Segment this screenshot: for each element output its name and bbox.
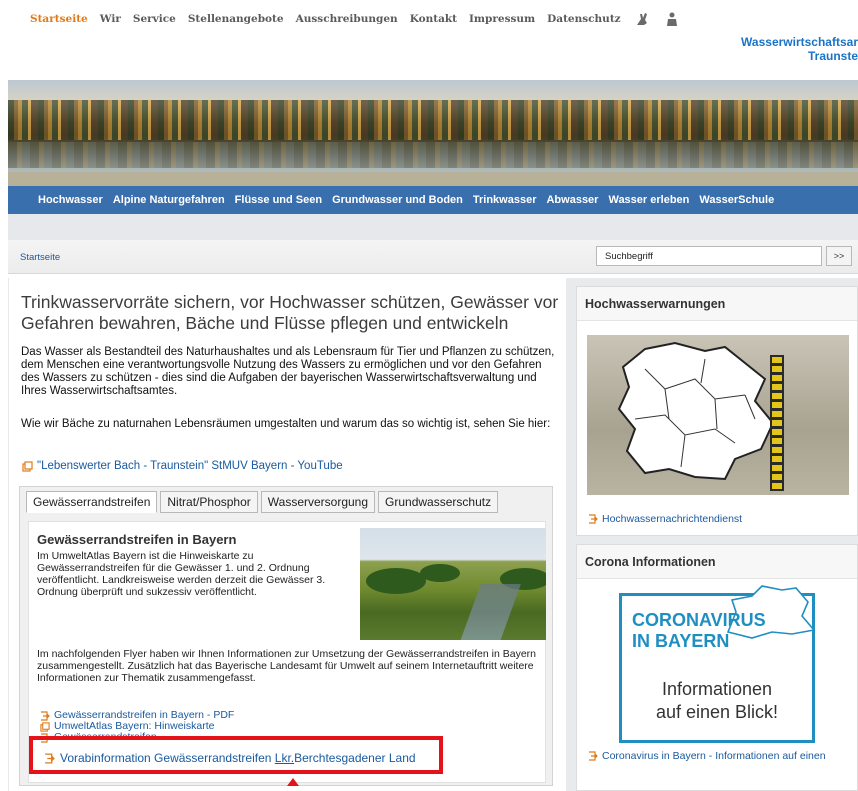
nav-grundwasser-und-boden[interactable]: Grundwasser und Boden	[332, 194, 463, 206]
banner-treeline	[8, 100, 858, 140]
tab-grundwasserschutz[interactable]: Grundwasserschutz	[378, 491, 499, 513]
nav-wasserschule[interactable]: WasserSchule	[699, 194, 774, 206]
meta-nav-datenschutz[interactable]: Datenschutz	[547, 13, 620, 25]
page-title: Trinkwasservorräte sichern, vor Hochwass…	[21, 292, 559, 333]
flood-warning-title: Hochwasserwarnungen	[577, 287, 857, 321]
main-nav: Hochwasser Alpine Naturgefahren Flüsse u…	[8, 186, 858, 214]
internal-link-arrow-icon	[587, 751, 598, 762]
meta-nav-service[interactable]: Service	[133, 13, 176, 25]
tab-bar: Gewässerrandstreifen Nitrat/Phosphor Was…	[26, 491, 499, 513]
youtube-video-link-label: "Lebenswerter Bach - Traunstein" StMUV B…	[37, 460, 343, 472]
hochwassernachrichtendienst-label: Hochwassernachrichtendienst	[602, 513, 743, 525]
tab-gewaesserrandstreifen[interactable]: Gewässerrandstreifen	[26, 491, 158, 513]
brand-line-1: Wasserwirtschaftsar	[741, 35, 858, 49]
corona-subline: Informationen auf einen Blick!	[655, 679, 779, 722]
meta-nav: Startseite Wir Service Stellenangebote A…	[30, 10, 681, 28]
breadcrumb[interactable]: Startseite	[20, 252, 60, 263]
internal-link-arrow-icon	[587, 514, 598, 525]
section-text-2: Im nachfolgenden Flyer haben wir Ihnen I…	[37, 648, 537, 684]
section-title: Gewässerrandstreifen in Bayern	[37, 532, 237, 547]
tab-nitrat-phosphor[interactable]: Nitrat/Phosphor	[160, 491, 258, 513]
meta-nav-wir[interactable]: Wir	[100, 13, 121, 25]
meta-nav-startseite[interactable]: Startseite	[30, 13, 88, 25]
water-gauge-icon	[770, 355, 784, 491]
corona-box: Corona Informationen CORONAVIRUS IN BAYE…	[576, 544, 858, 791]
stream-landscape-photo	[360, 528, 546, 640]
vorabinformation-link[interactable]: Vorabinformation Gewässerrandstreifen Lk…	[44, 751, 416, 765]
intro-text-2: Wie wir Bäche zu naturnahen Lebensräumen…	[21, 418, 551, 430]
hochwassernachrichtendienst-link[interactable]: Hochwassernachrichtendienst	[587, 513, 742, 525]
main-content: Trinkwasservorräte sichern, vor Hochwass…	[8, 278, 560, 791]
breadcrumb-row: Startseite >>	[8, 240, 858, 274]
pointer-arrow-icon	[287, 778, 299, 786]
external-link-icon	[39, 721, 50, 732]
nav-wasser-erleben[interactable]: Wasser erleben	[608, 194, 689, 206]
sidebar: Hochwasserwarnungen Hochwassernachrichte…	[566, 278, 858, 791]
section-text-1: Im UmweltAtlas Bayern ist die Hinweiskar…	[37, 550, 326, 598]
header-banner-image	[8, 80, 858, 186]
corona-title: Corona Informationen	[577, 545, 857, 579]
flood-warning-box: Hochwasserwarnungen Hochwassernachrichte…	[576, 286, 858, 536]
corona-info-card[interactable]: CORONAVIRUS IN BAYERN Informationen auf …	[619, 585, 816, 743]
agency-brand[interactable]: Wasserwirtschaftsar Traunste	[741, 35, 858, 63]
sign-language-icon[interactable]	[633, 10, 651, 28]
brand-line-2: Traunste	[807, 49, 858, 63]
nav-abwasser[interactable]: Abwasser	[546, 194, 598, 206]
tab-wasserversorgung[interactable]: Wasserversorgung	[260, 491, 376, 513]
bavaria-flood-map-image[interactable]	[587, 335, 849, 495]
nav-fluesse-und-seen[interactable]: Flüsse und Seen	[235, 194, 322, 206]
nav-alpine-naturgefahren[interactable]: Alpine Naturgefahren	[113, 194, 225, 206]
corona-info-link-label: Coronavirus in Bayern - Informationen au…	[602, 750, 826, 762]
subnav-strip	[8, 214, 858, 240]
easy-language-icon[interactable]	[663, 10, 681, 28]
youtube-video-link[interactable]: "Lebenswerter Bach - Traunstein" StMUV B…	[21, 460, 343, 472]
search-input[interactable]	[596, 246, 822, 266]
internal-link-arrow-icon	[44, 752, 55, 764]
meta-nav-stellenangebote[interactable]: Stellenangebote	[188, 13, 284, 25]
nav-hochwasser[interactable]: Hochwasser	[38, 194, 103, 206]
banner-reflection	[8, 142, 858, 168]
meta-nav-kontakt[interactable]: Kontakt	[410, 13, 457, 25]
nav-trinkwasser[interactable]: Trinkwasser	[473, 194, 537, 206]
meta-nav-ausschreibungen[interactable]: Ausschreibungen	[296, 13, 398, 25]
vorabinformation-link-label: Vorabinformation Gewässerrandstreifen Lk…	[60, 751, 416, 765]
search-button[interactable]: >>	[826, 246, 852, 266]
intro-text: Das Wasser als Bestandteil des Naturhaus…	[21, 346, 555, 397]
meta-nav-impressum[interactable]: Impressum	[469, 13, 535, 25]
download-arrow-icon	[39, 710, 50, 721]
banner-shore	[8, 172, 858, 186]
corona-info-link[interactable]: Coronavirus in Bayern - Informationen au…	[587, 750, 826, 762]
external-link-icon	[21, 460, 33, 472]
corona-headline: CORONAVIRUS IN BAYERN	[632, 610, 766, 651]
